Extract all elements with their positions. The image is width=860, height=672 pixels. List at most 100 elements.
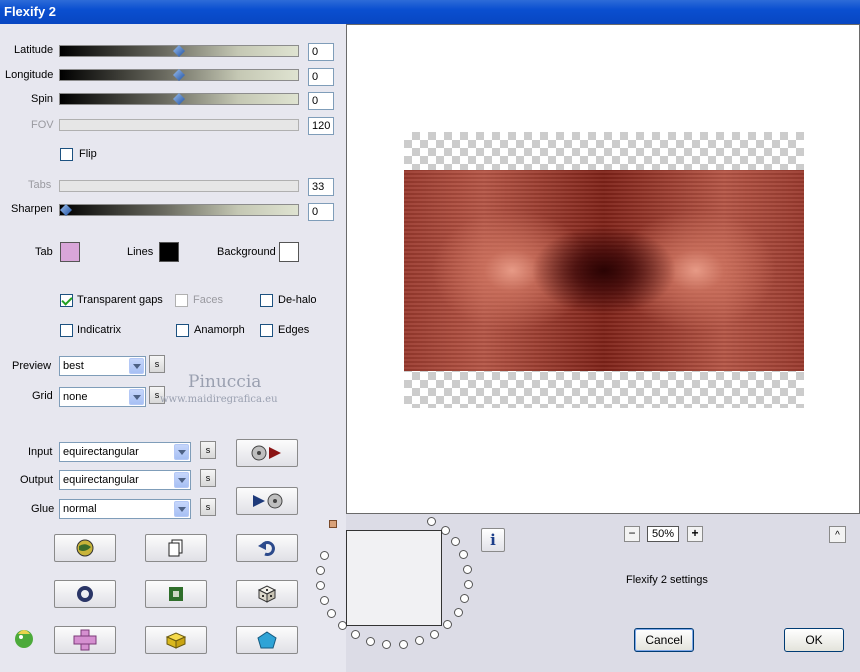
dial-dot[interactable] bbox=[451, 536, 461, 546]
sharpen-value[interactable]: 0 bbox=[308, 203, 334, 221]
undo-button[interactable] bbox=[236, 534, 298, 562]
input-s-button[interactable]: s bbox=[200, 441, 216, 459]
chevron-down-icon[interactable] bbox=[174, 501, 189, 517]
status-text: Flexify 2 settings bbox=[626, 574, 708, 586]
preview-s-button[interactable]: s bbox=[149, 355, 165, 373]
navigator-thumbnail[interactable] bbox=[346, 530, 442, 626]
pentagon-button[interactable] bbox=[236, 626, 298, 654]
ring-icon bbox=[77, 586, 93, 602]
watermark-name: Pinuccia bbox=[188, 372, 262, 392]
input-preset-button[interactable] bbox=[236, 439, 298, 467]
latitude-slider-thumb[interactable] bbox=[173, 45, 185, 57]
collapse-button[interactable]: ^ bbox=[829, 526, 846, 543]
output-preset-button[interactable] bbox=[236, 487, 298, 515]
dial-dot[interactable] bbox=[350, 630, 360, 640]
dial-dot[interactable] bbox=[463, 579, 473, 589]
cancel-button[interactable]: Cancel bbox=[634, 628, 694, 652]
background-color-swatch[interactable] bbox=[279, 242, 299, 262]
title-bar: Flexify 2 bbox=[0, 0, 860, 24]
randomize-button[interactable] bbox=[54, 534, 116, 562]
dial-dot[interactable] bbox=[415, 636, 425, 646]
settings-panel: Latitude 0 Longitude 0 Spin 0 FOV 120 Fl… bbox=[0, 24, 346, 672]
faces-checkbox bbox=[175, 294, 188, 307]
lines-color-label: Lines bbox=[127, 246, 154, 258]
zoom-in-button[interactable]: + bbox=[687, 526, 703, 542]
output-select[interactable]: equirectangular bbox=[59, 470, 191, 490]
de-halo-label: De-halo bbox=[278, 294, 317, 306]
spin-slider-thumb[interactable] bbox=[173, 93, 185, 105]
latitude-slider[interactable] bbox=[59, 45, 299, 57]
anamorph-checkbox[interactable] bbox=[176, 324, 189, 337]
transparent-gaps-checkbox[interactable] bbox=[60, 294, 73, 307]
longitude-slider-thumb[interactable] bbox=[173, 69, 185, 81]
flip-label: Flip bbox=[79, 148, 97, 160]
ok-button[interactable]: OK bbox=[784, 628, 844, 652]
disc-arrow-icon bbox=[251, 445, 281, 461]
preview-image bbox=[404, 170, 804, 371]
dial-dot[interactable] bbox=[460, 594, 470, 604]
spin-slider[interactable] bbox=[59, 93, 299, 105]
chevron-down-icon[interactable] bbox=[129, 389, 144, 405]
cube-icon bbox=[165, 632, 187, 649]
edges-label: Edges bbox=[278, 324, 310, 336]
dial-dot[interactable] bbox=[319, 595, 329, 605]
dial-dot[interactable] bbox=[443, 620, 453, 630]
dial-dot[interactable] bbox=[453, 608, 463, 618]
dice-icon bbox=[257, 585, 277, 603]
sharpen-slider[interactable] bbox=[59, 204, 299, 216]
square-frame-icon bbox=[169, 587, 183, 601]
spin-label: Spin bbox=[31, 93, 54, 105]
indicatrix-checkbox[interactable] bbox=[60, 324, 73, 337]
zoom-value[interactable]: 50% bbox=[647, 526, 679, 542]
lines-color-swatch[interactable] bbox=[159, 242, 179, 262]
de-halo-checkbox[interactable] bbox=[260, 294, 273, 307]
dice-button[interactable] bbox=[236, 580, 298, 608]
ring-button[interactable] bbox=[54, 580, 116, 608]
latitude-value[interactable]: 0 bbox=[308, 43, 334, 61]
copy-button[interactable] bbox=[145, 534, 207, 562]
edges-checkbox[interactable] bbox=[260, 324, 273, 337]
frame-button[interactable] bbox=[145, 580, 207, 608]
longitude-label: Longitude bbox=[5, 69, 54, 81]
chevron-down-icon[interactable] bbox=[129, 358, 144, 374]
glue-label: Glue bbox=[31, 503, 55, 515]
tab-color-swatch[interactable] bbox=[60, 242, 80, 262]
dial-marker[interactable] bbox=[329, 520, 337, 528]
dial-dot[interactable] bbox=[459, 550, 469, 560]
cube-button[interactable] bbox=[145, 626, 207, 654]
dial-dot[interactable] bbox=[427, 516, 437, 526]
tabs-label: Tabs bbox=[28, 179, 52, 191]
input-select[interactable]: equirectangular bbox=[59, 442, 191, 462]
glue-select-value: normal bbox=[63, 503, 97, 515]
output-s-button[interactable]: s bbox=[200, 469, 216, 487]
glue-s-button[interactable]: s bbox=[200, 498, 216, 516]
watermark-url: www.maidiregrafica.eu bbox=[160, 394, 278, 405]
chevron-down-icon[interactable] bbox=[174, 472, 189, 488]
flip-checkbox[interactable] bbox=[60, 148, 73, 161]
grid-select[interactable]: none bbox=[59, 387, 146, 407]
cross-button[interactable] bbox=[54, 626, 116, 654]
sharpen-slider-thumb[interactable] bbox=[60, 204, 72, 216]
dial-dot[interactable] bbox=[382, 639, 392, 649]
dial-dot[interactable] bbox=[399, 639, 409, 649]
faces-label: Faces bbox=[193, 294, 223, 306]
longitude-slider[interactable] bbox=[59, 69, 299, 81]
sharpen-label: Sharpen bbox=[11, 203, 53, 215]
grid-label: Grid bbox=[32, 390, 53, 402]
dial-dot[interactable] bbox=[430, 629, 440, 639]
preview-select-value: best bbox=[63, 360, 84, 372]
window-title: Flexify 2 bbox=[4, 4, 57, 19]
output-select-value: equirectangular bbox=[63, 474, 139, 486]
longitude-value[interactable]: 0 bbox=[308, 68, 334, 86]
spin-value[interactable]: 0 bbox=[308, 92, 334, 110]
chevron-down-icon[interactable] bbox=[174, 444, 189, 460]
anamorph-label: Anamorph bbox=[194, 324, 245, 336]
preview-select[interactable]: best bbox=[59, 356, 146, 376]
info-button[interactable]: i bbox=[481, 528, 505, 552]
tabs-value: 33 bbox=[308, 178, 334, 196]
zoom-out-button[interactable]: − bbox=[624, 526, 640, 542]
dial-dot[interactable] bbox=[463, 564, 473, 574]
glue-select[interactable]: normal bbox=[59, 499, 191, 519]
dial-dot[interactable] bbox=[365, 636, 375, 646]
copy-icon bbox=[168, 539, 183, 557]
